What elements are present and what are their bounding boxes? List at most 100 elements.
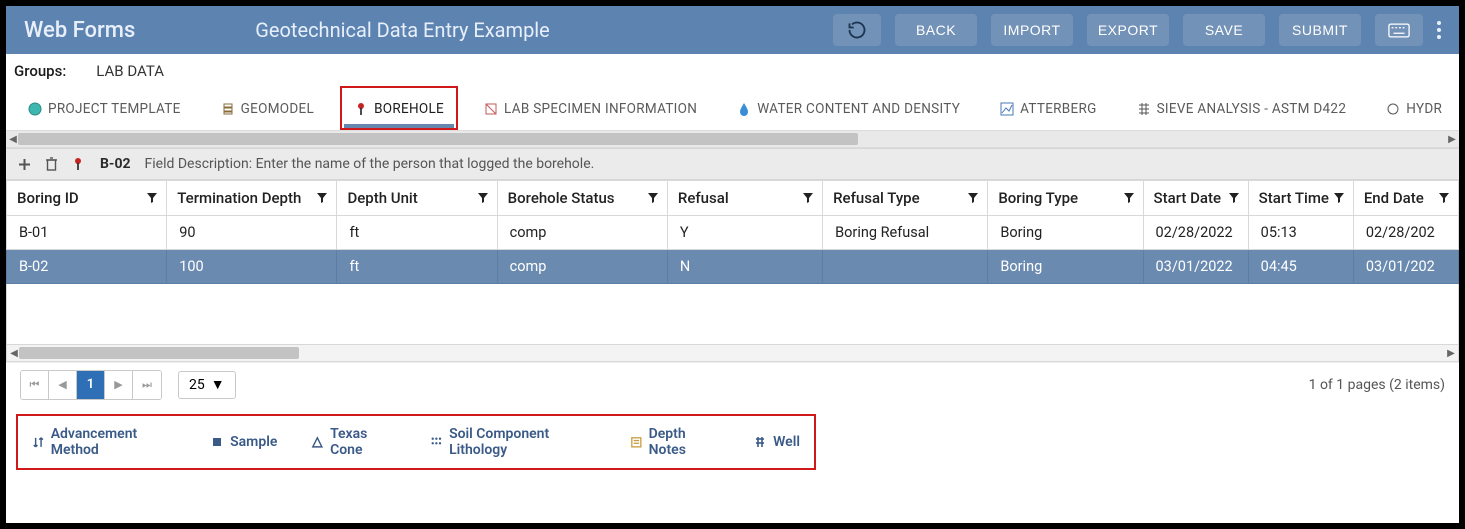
column-header[interactable]: Start Date — [1143, 181, 1248, 216]
column-header[interactable]: Refusal Type — [823, 181, 988, 216]
table-row[interactable]: B-0190ftcompYBoring RefusalBoring02/28/2… — [7, 216, 1459, 250]
subtab-label: Soil Component Lithology — [449, 426, 596, 458]
table-cell[interactable]: 04:45 — [1248, 250, 1353, 284]
back-button[interactable]: BACK — [895, 14, 977, 46]
column-header[interactable]: Refusal — [667, 181, 822, 216]
import-button[interactable]: IMPORT — [991, 14, 1073, 46]
field-description: Field Description: Enter the name of the… — [145, 156, 595, 172]
filter-icon[interactable] — [1228, 192, 1240, 204]
subtab-soil-lithology[interactable]: Soil Component Lithology — [430, 426, 596, 458]
filter-icon[interactable] — [1123, 192, 1135, 204]
filter-icon[interactable] — [967, 192, 979, 204]
subtab-depth-notes[interactable]: Depth Notes — [630, 426, 719, 458]
table-cell[interactable]: 03/01/202 — [1353, 250, 1458, 284]
filter-icon[interactable] — [146, 192, 158, 204]
table-row[interactable]: B-02100ftcompN Boring03/01/202204:4503/01… — [7, 250, 1459, 284]
keyboard-button[interactable] — [1375, 14, 1423, 46]
table-cell[interactable]: Boring Refusal — [823, 216, 988, 250]
subtab-advancement-method[interactable]: Advancement Method — [32, 426, 176, 458]
table-cell[interactable]: Y — [667, 216, 822, 250]
column-header[interactable]: Start Time — [1248, 181, 1353, 216]
table-cell[interactable]: Boring — [988, 250, 1143, 284]
table-cell[interactable]: comp — [497, 250, 667, 284]
chart-icon — [1000, 102, 1014, 116]
submit-button[interactable]: SUBMIT — [1279, 14, 1361, 46]
column-header[interactable]: Depth Unit — [337, 181, 497, 216]
table-cell[interactable]: B-02 — [7, 250, 167, 284]
tab-geomodel[interactable]: GEOMODEL — [221, 88, 314, 130]
tab-project-template[interactable]: PROJECT TEMPLATE — [28, 88, 181, 130]
table-cell[interactable]: Boring — [988, 216, 1143, 250]
table-cell[interactable]: ft — [337, 250, 497, 284]
delete-row-button[interactable] — [45, 157, 58, 171]
tab-hydr[interactable]: HYDR — [1386, 88, 1442, 130]
layers-icon — [221, 102, 235, 116]
table-cell[interactable] — [823, 250, 988, 284]
kebab-menu-icon[interactable] — [1437, 21, 1441, 39]
column-header[interactable]: Boring Type — [988, 181, 1143, 216]
column-label: Start Time — [1259, 189, 1329, 207]
add-row-button[interactable] — [18, 158, 31, 171]
tab-label: HYDR — [1406, 101, 1442, 117]
table-cell[interactable]: 90 — [167, 216, 337, 250]
globe-icon — [28, 102, 42, 116]
table-cell[interactable]: 02/28/2022 — [1143, 216, 1248, 250]
filter-icon[interactable] — [316, 192, 328, 204]
save-button[interactable]: SAVE — [1183, 14, 1265, 46]
filter-icon[interactable] — [647, 192, 659, 204]
pager-info: 1 of 1 pages (2 items) — [1309, 377, 1445, 393]
scroll-thumb[interactable] — [19, 347, 299, 359]
column-header[interactable]: End Date — [1353, 181, 1458, 216]
tab-label: WATER CONTENT AND DENSITY — [757, 101, 960, 117]
table-cell[interactable]: comp — [497, 216, 667, 250]
tab-sieve-analysis[interactable]: SIEVE ANALYSIS - ASTM D422 — [1137, 88, 1347, 130]
pager-page-current[interactable]: 1 — [77, 371, 105, 399]
column-label: Boring ID — [17, 189, 79, 207]
box-icon — [484, 102, 498, 116]
table-cell[interactable]: N — [667, 250, 822, 284]
column-label: Depth Unit — [347, 189, 417, 207]
subtab-label: Texas Cone — [330, 426, 396, 458]
pager-first-button[interactable]: ⏮ — [21, 371, 49, 399]
grid-header-row: Boring ID Termination Depth Depth Unit Bore… — [7, 181, 1459, 216]
subtab-well[interactable]: Well — [753, 434, 800, 450]
filter-icon[interactable] — [1333, 192, 1345, 204]
table-cell[interactable]: 03/01/2022 — [1143, 250, 1248, 284]
export-button[interactable]: EXPORT — [1087, 14, 1169, 46]
tab-water-content[interactable]: WATER CONTENT AND DENSITY — [737, 88, 960, 130]
tab-lab-specimen[interactable]: LAB SPECIMEN INFORMATION — [484, 88, 697, 130]
subtab-sample[interactable]: Sample — [210, 434, 277, 450]
header-bar: Web Forms Geotechnical Data Entry Exampl… — [6, 6, 1459, 54]
filter-icon[interactable] — [1438, 192, 1450, 204]
pin-icon — [354, 102, 368, 116]
table-cell[interactable]: ft — [337, 216, 497, 250]
subtab-texas-cone[interactable]: Texas Cone — [311, 426, 396, 458]
table-cell[interactable]: 02/28/202 — [1353, 216, 1458, 250]
tab-atterberg[interactable]: ATTERBERG — [1000, 88, 1096, 130]
pager-next-button[interactable]: ▶ — [105, 371, 133, 399]
filter-icon[interactable] — [477, 192, 489, 204]
tab-label: PROJECT TEMPLATE — [48, 101, 181, 117]
well-icon — [753, 435, 767, 449]
tab-label: LAB SPECIMEN INFORMATION — [504, 101, 697, 117]
tab-borehole[interactable]: BOREHOLE — [354, 88, 444, 130]
column-header[interactable]: Termination Depth — [167, 181, 337, 216]
scroll-right-icon[interactable]: ▶ — [1444, 345, 1458, 361]
groups-row: Groups: LAB DATA — [6, 54, 1459, 88]
filter-icon[interactable] — [802, 192, 814, 204]
grid-scrollbar[interactable]: ◀ ▶ — [6, 344, 1459, 362]
subtab-label: Advancement Method — [51, 426, 176, 458]
tabs-scrollbar[interactable]: ◀ ▶ — [6, 130, 1459, 148]
scroll-right-icon[interactable]: ▶ — [1445, 131, 1459, 147]
scroll-thumb[interactable] — [18, 133, 858, 145]
pager-last-button[interactable]: ⏭ — [133, 371, 161, 399]
table-cell[interactable]: 05:13 — [1248, 216, 1353, 250]
column-label: Refusal — [678, 189, 729, 207]
pager-page-size[interactable]: 25 ▼ — [178, 371, 236, 399]
pager-prev-button[interactable]: ◀ — [49, 371, 77, 399]
table-cell[interactable]: 100 — [167, 250, 337, 284]
table-cell[interactable]: B-01 — [7, 216, 167, 250]
column-header[interactable]: Borehole Status — [497, 181, 667, 216]
column-header[interactable]: Boring ID — [7, 181, 167, 216]
refresh-button[interactable] — [833, 14, 881, 46]
